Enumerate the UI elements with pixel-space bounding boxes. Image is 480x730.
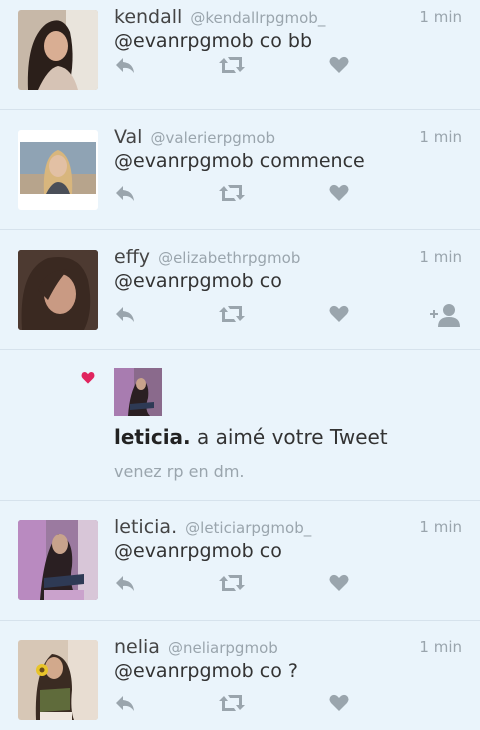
display-name[interactable]: kendall @kendallrpgmob_ — [114, 6, 325, 28]
reply-icon[interactable] — [114, 182, 136, 208]
like-icon[interactable] — [328, 303, 350, 329]
tweet-actions — [114, 303, 462, 327]
like-icon[interactable] — [328, 54, 350, 80]
avatar[interactable] — [18, 10, 98, 90]
tweet-text: @evanrpgmob co bb — [114, 30, 313, 52]
retweet-icon[interactable] — [218, 54, 246, 80]
notification-text: leticia. a aimé votre Tweet — [114, 425, 388, 449]
tweet-text: @evanrpgmob co — [114, 270, 282, 292]
tweet-actions — [114, 182, 462, 206]
reply-icon[interactable] — [114, 303, 136, 329]
like-icon[interactable] — [328, 572, 350, 598]
retweet-icon[interactable] — [218, 572, 246, 598]
avatar[interactable] — [18, 250, 98, 330]
retweet-icon[interactable] — [218, 303, 246, 329]
reply-icon[interactable] — [114, 572, 136, 598]
tweet-actions — [114, 54, 462, 78]
user-handle: @elizabethrpgmob — [158, 249, 301, 267]
liked-tweet-snippet[interactable]: venez rp en dm. — [114, 462, 245, 481]
tweet-actions — [114, 692, 462, 716]
like-notification[interactable]: leticia. a aimé votre Tweet venez rp en … — [0, 350, 480, 501]
retweet-icon[interactable] — [218, 182, 246, 208]
tweet-text: @evanrpgmob commence — [114, 150, 365, 172]
avatar[interactable] — [18, 130, 98, 210]
tweet-item[interactable]: Val @valerierpgmob 1 min @evanrpgmob com… — [0, 110, 480, 230]
user-handle: @neliarpgmob — [167, 639, 278, 657]
timestamp: 1 min — [419, 518, 462, 536]
display-name[interactable]: leticia. @leticiarpgmob_ — [114, 516, 311, 538]
like-icon[interactable] — [328, 182, 350, 208]
liker-name[interactable]: leticia. — [114, 425, 191, 449]
tweet-actions — [114, 572, 462, 596]
follow-icon[interactable] — [430, 303, 462, 331]
tweet-text: @evanrpgmob co ? — [114, 660, 298, 682]
display-name[interactable]: nelia @neliarpgmob — [114, 636, 278, 658]
timestamp: 1 min — [419, 248, 462, 266]
tweet-item[interactable]: effy @elizabethrpgmob 1 min @evanrpgmob … — [0, 230, 480, 350]
user-handle: @kendallrpgmob_ — [190, 9, 326, 27]
timestamp: 1 min — [419, 638, 462, 656]
like-icon[interactable] — [328, 692, 350, 718]
tweet-item[interactable]: kendall @kendallrpgmob_ 1 min @evanrpgmo… — [0, 0, 480, 110]
timestamp: 1 min — [419, 8, 462, 26]
retweet-icon[interactable] — [218, 692, 246, 718]
heart-icon — [80, 370, 96, 389]
avatar[interactable] — [18, 520, 98, 600]
reply-icon[interactable] — [114, 54, 136, 80]
avatar[interactable] — [18, 640, 98, 720]
tweet-text: @evanrpgmob co — [114, 540, 282, 562]
tweet-item[interactable]: nelia @neliarpgmob 1 min @evanrpgmob co … — [0, 621, 480, 730]
reply-icon[interactable] — [114, 692, 136, 718]
user-handle: @leticiarpgmob_ — [185, 519, 312, 537]
timestamp: 1 min — [419, 128, 462, 146]
tweet-item[interactable]: leticia. @leticiarpgmob_ 1 min @evanrpgm… — [0, 501, 480, 621]
display-name[interactable]: effy @elizabethrpgmob — [114, 246, 300, 268]
user-handle: @valerierpgmob — [150, 129, 276, 147]
display-name[interactable]: Val @valerierpgmob — [114, 126, 275, 148]
avatar[interactable] — [114, 368, 162, 416]
